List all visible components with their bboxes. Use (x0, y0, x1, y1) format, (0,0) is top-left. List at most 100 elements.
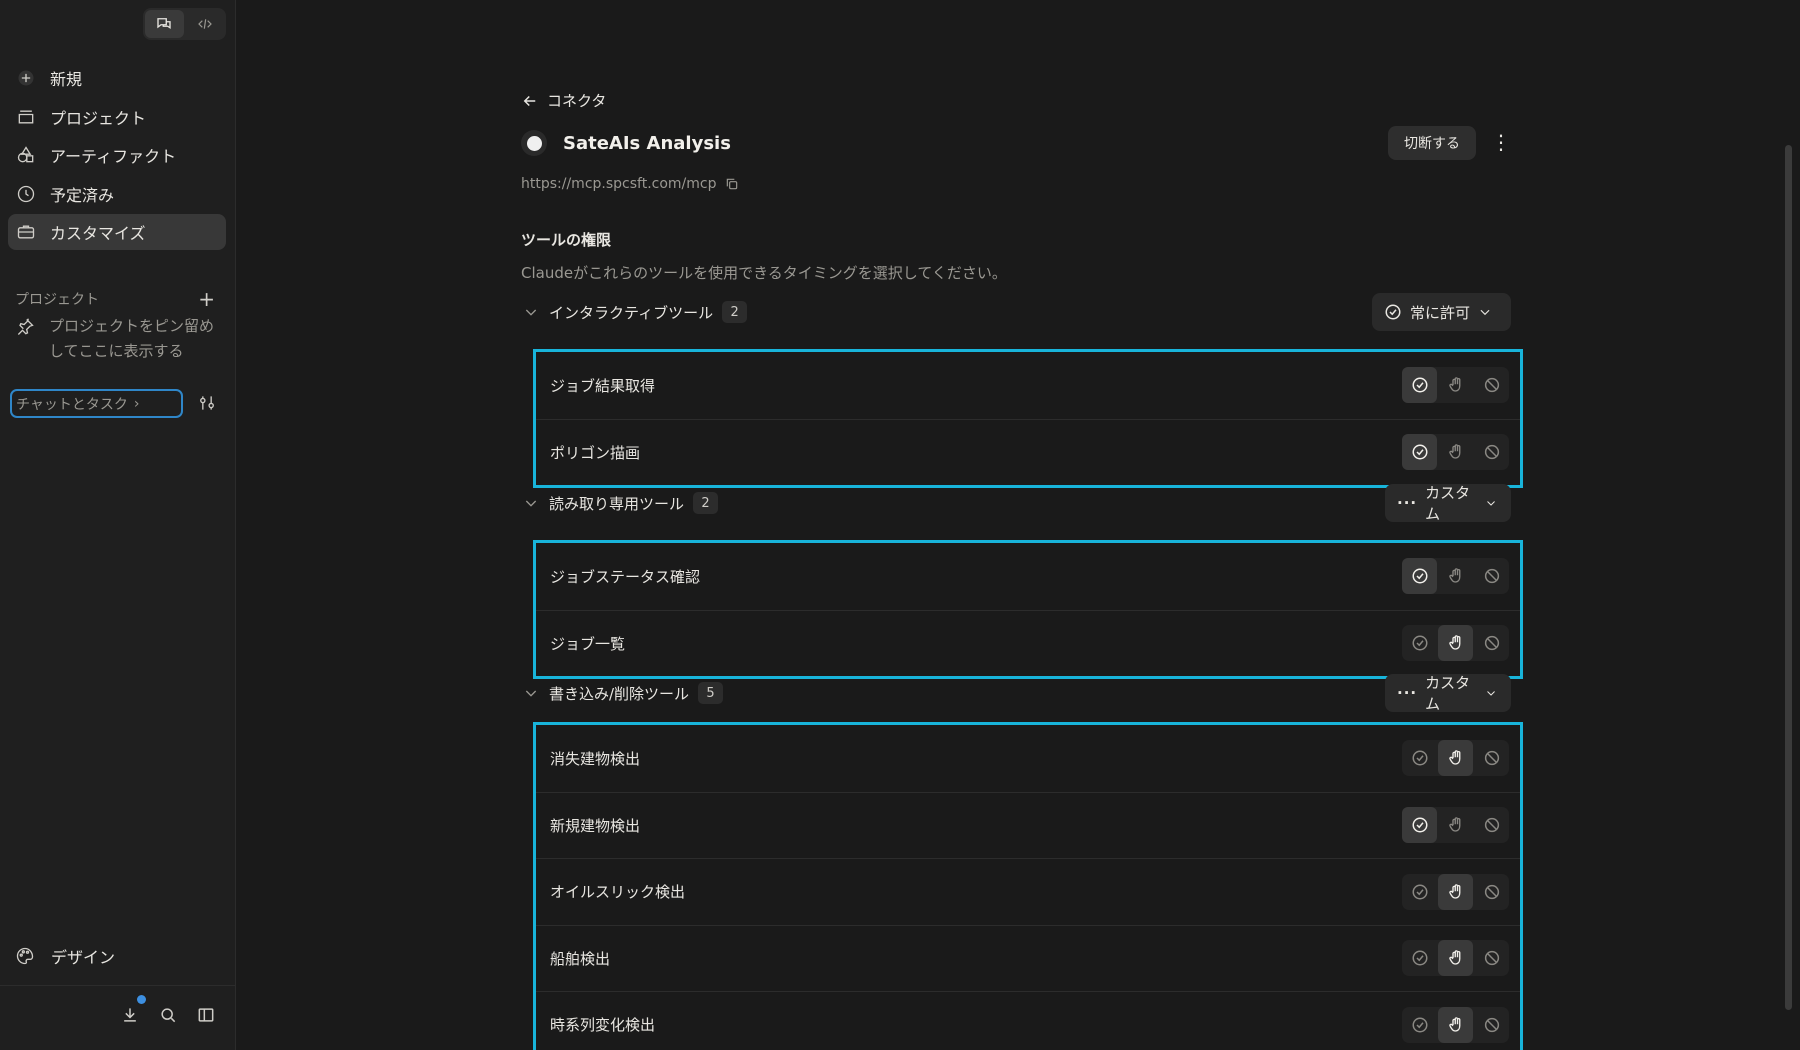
chevron-down-icon (1487, 691, 1495, 696)
chevron-right-icon: › (133, 395, 140, 412)
disconnect-button[interactable]: 切断する (1388, 126, 1476, 160)
nav-label: カスタマイズ (50, 224, 146, 244)
ask-hand-icon[interactable] (1438, 807, 1473, 843)
group-header-interactive[interactable]: インタラクティブツール 2 常に許可 (521, 293, 1511, 331)
allow-check-icon[interactable] (1402, 1007, 1437, 1043)
sidebar-nav: 新規 プロジェクト アーティファクト 予定済み カスタマイズ (8, 60, 226, 253)
chat-mode-button[interactable] (145, 10, 184, 38)
group-header-write-delete[interactable]: 書き込み/削除ツール 5 ··· カスタム (521, 674, 1511, 713)
add-project-button[interactable]: + (198, 289, 215, 309)
scrollbar[interactable] (1785, 145, 1792, 1010)
chat-bubbles-icon (157, 18, 171, 30)
palette-icon (15, 946, 35, 966)
ask-hand-icon[interactable] (1438, 367, 1473, 403)
back-label: コネクタ (547, 92, 607, 110)
plus-icon (16, 68, 36, 88)
sidebar-divider (0, 985, 236, 986)
block-icon[interactable] (1474, 740, 1509, 776)
block-icon[interactable] (1474, 367, 1509, 403)
pin-projects-note: プロジェクトをピン留めしてここに表示する (15, 314, 225, 364)
ask-hand-icon[interactable] (1438, 1006, 1473, 1043)
group-header-read-only[interactable]: 読み取り専用ツール 2 ··· カスタム (521, 484, 1511, 523)
connector-header: SateAIs Analysis 切断する ⋮ (521, 126, 1511, 160)
tool-row: ジョブ結果取得 (536, 352, 1520, 419)
block-icon[interactable] (1474, 558, 1509, 594)
back-to-connectors[interactable]: コネクタ (521, 90, 606, 111)
block-icon[interactable] (1474, 940, 1509, 976)
search-icon[interactable] (158, 1005, 178, 1025)
permission-toggle (1402, 940, 1509, 977)
permission-toggle (1402, 434, 1509, 471)
more-options-icon[interactable]: ⋮ (1491, 130, 1511, 154)
nav-item-scheduled[interactable]: 予定済み (8, 176, 226, 212)
nav-item-customize[interactable]: カスタマイズ (8, 214, 226, 251)
copy-icon[interactable] (725, 177, 739, 191)
ask-hand-icon[interactable] (1438, 940, 1473, 977)
more-dots-icon: ··· (1397, 684, 1418, 702)
group-count: 5 (698, 682, 724, 704)
permission-toggle (1402, 558, 1509, 595)
group-permission-select[interactable]: ··· カスタム (1385, 674, 1511, 713)
allow-check-icon[interactable] (1402, 625, 1437, 661)
chat-task-button[interactable]: チャットとタスク › (10, 389, 183, 418)
tool-list-write-delete: 消失建物検出 新規建物検出 オイルスリック検出 船舶検出 時系列変化検出 (533, 722, 1523, 1050)
tool-list-interactive: ジョブ結果取得 ポリゴン描画 (533, 349, 1523, 488)
ask-hand-icon[interactable] (1438, 625, 1473, 662)
group-permission-select[interactable]: 常に許可 (1372, 293, 1511, 331)
tool-row: 時系列変化検出 (536, 991, 1520, 1050)
block-icon[interactable] (1474, 1007, 1509, 1043)
tool-row: オイルスリック検出 (536, 858, 1520, 925)
ask-hand-icon[interactable] (1438, 434, 1473, 470)
ask-hand-icon[interactable] (1438, 873, 1473, 910)
block-icon[interactable] (1474, 874, 1509, 910)
nav-item-projects[interactable]: プロジェクト (8, 99, 226, 135)
tool-row: 新規建物検出 (536, 791, 1520, 859)
allow-check-icon[interactable] (1402, 558, 1437, 595)
tool-row: 消失建物検出 (536, 725, 1520, 792)
permission-toggle (1402, 1006, 1509, 1043)
tool-name: 船舶検出 (550, 949, 611, 968)
connector-url: https://mcp.spcsft.com/mcp (521, 176, 739, 192)
tool-name: オイルスリック検出 (550, 883, 686, 902)
clock-icon (16, 184, 36, 204)
design-nav-item[interactable]: デザイン (15, 944, 115, 968)
code-mode-button[interactable] (186, 10, 225, 38)
permission-toggle (1402, 625, 1509, 662)
nav-item-artifacts[interactable]: アーティファクト (8, 137, 226, 173)
pin-note-text: プロジェクトをピン留めしてここに表示する (49, 317, 215, 360)
tool-name: ポリゴン描画 (550, 443, 641, 462)
group-permission-select[interactable]: ··· カスタム (1385, 484, 1511, 523)
group-count: 2 (693, 492, 719, 514)
group-select-label: カスタム (1425, 484, 1471, 523)
nav-item-new[interactable]: 新規 (8, 60, 226, 96)
allow-check-icon[interactable] (1402, 740, 1437, 776)
ask-hand-icon[interactable] (1438, 740, 1473, 777)
mode-toggle (143, 8, 226, 40)
tool-name: ジョブ結果取得 (550, 376, 656, 395)
code-icon (197, 19, 212, 29)
check-circle-icon (1385, 304, 1401, 320)
block-icon[interactable] (1474, 807, 1509, 843)
chevron-down-icon (525, 309, 537, 316)
download-icon[interactable] (120, 995, 146, 1025)
nav-label: アーティファクト (50, 147, 177, 167)
allow-check-icon[interactable] (1402, 874, 1437, 910)
filter-sliders-icon[interactable] (197, 393, 217, 413)
chevron-down-icon (525, 690, 537, 697)
permission-toggle (1402, 873, 1509, 910)
allow-check-icon[interactable] (1402, 434, 1437, 471)
tool-name: ジョブステータス確認 (550, 567, 701, 586)
ask-hand-icon[interactable] (1438, 558, 1473, 594)
projects-heading: プロジェクト + (15, 289, 215, 309)
allow-check-icon[interactable] (1402, 807, 1437, 844)
sidebar-toggle-icon[interactable] (196, 1005, 216, 1025)
allow-check-icon[interactable] (1402, 940, 1437, 976)
shapes-icon (16, 145, 36, 165)
section-title: ツールの権限 (521, 231, 612, 249)
section-description: Claudeがこれらのツールを使用できるタイミングを選択してください。 (521, 264, 1007, 282)
allow-check-icon[interactable] (1402, 367, 1437, 404)
notification-dot (137, 995, 146, 1004)
group-name: 読み取り専用ツール (549, 494, 685, 513)
block-icon[interactable] (1474, 625, 1509, 661)
block-icon[interactable] (1474, 434, 1509, 470)
